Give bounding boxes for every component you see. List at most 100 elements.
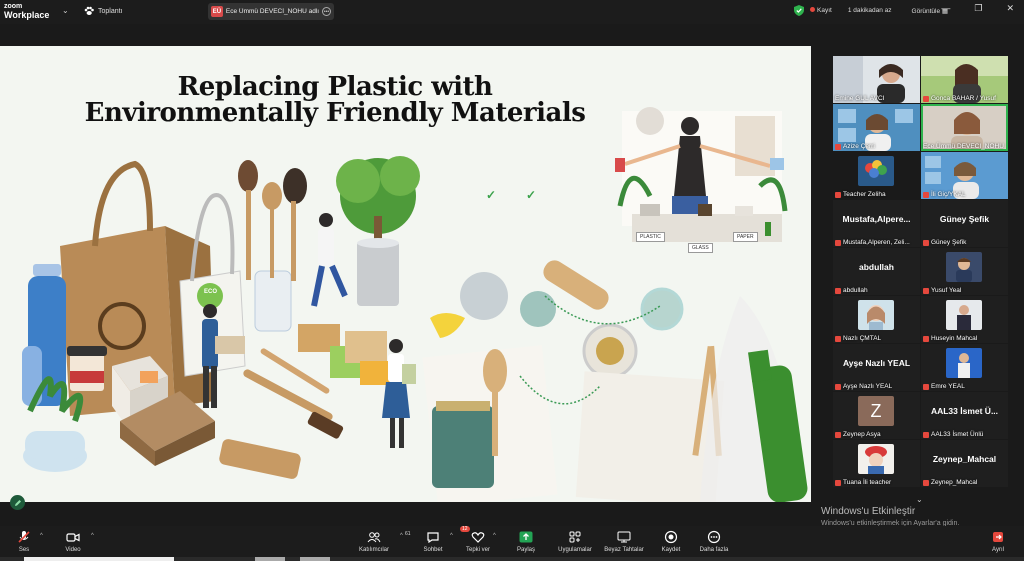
- flatlay-illustration: [422, 260, 808, 502]
- muted-mic-icon: [923, 287, 929, 294]
- recording-status[interactable]: Kayıt: [810, 7, 832, 14]
- chat-icon: [427, 531, 439, 543]
- muted-mic-icon: [835, 143, 841, 150]
- participant-tile[interactable]: Z Zeynep Asya: [833, 392, 920, 439]
- participant-tile[interactable]: Huseyin Mahcal: [921, 296, 1008, 343]
- screen-share-indicator[interactable]: EÜ Ece Ümmü DEVECİ_NOHU adlı ki •••: [208, 3, 334, 20]
- check-icon: ✓: [486, 188, 497, 202]
- participant-tile[interactable]: Tuana İli teacher: [833, 440, 920, 487]
- shield-icon[interactable]: [794, 5, 804, 16]
- meeting-toolbar: Ses ^ Video ^ 61 Katılımcılar ^ 12 Sohbe…: [0, 526, 1024, 561]
- shared-screen: Replacing Plastic with Environmentally F…: [0, 46, 811, 502]
- titlebar-status: Kayıt 1 dakikadan az Görüntüle ▦: [794, 5, 948, 16]
- paw-icon: [84, 6, 94, 15]
- cotton-swab-box-illustration: [120, 391, 215, 466]
- participant-tile-active-speaker[interactable]: Ece Ümmü DEVECI_NOHU: [921, 104, 1008, 151]
- gallery-next-page-icon[interactable]: ⌄: [916, 495, 923, 504]
- participant-tile[interactable]: Ayşe Nazlı YEAL Ayşe Nazlı YEAL: [833, 344, 920, 391]
- muted-mic-icon: [835, 287, 841, 294]
- zoom-logo: zoom Workplace: [4, 3, 50, 20]
- video-button[interactable]: Video: [43, 529, 103, 553]
- tote-bag-illustration: [179, 193, 246, 377]
- share-text: Ece Ümmü DEVECİ_NOHU adlı ki: [225, 8, 320, 15]
- record-dot-icon: [810, 7, 815, 12]
- video-camera-icon: [66, 532, 80, 542]
- muted-mic-icon: [835, 431, 841, 438]
- mic-off-icon: [18, 530, 30, 543]
- eco-label: ECO: [204, 289, 218, 295]
- participant-tile[interactable]: AAL33 İsmet Ü... AAL33 İsmet Ünlü: [921, 392, 1008, 439]
- muted-mic-icon: [923, 95, 929, 102]
- participant-tile[interactable]: Emine GUL AVCI: [833, 56, 920, 103]
- cup-illustration: [67, 346, 107, 391]
- check-icon: ✓: [526, 188, 537, 202]
- muted-mic-icon: [835, 383, 841, 390]
- person-illustration: [202, 304, 245, 408]
- share-screen-icon: [519, 531, 533, 542]
- windows-taskbar: [0, 557, 1024, 561]
- more-icon: [707, 530, 721, 543]
- sharer-badge: EÜ: [211, 6, 223, 17]
- soap-illustration: [298, 324, 390, 385]
- water-bottle-illustration: [22, 264, 66, 406]
- close-button[interactable]: ✕: [1006, 3, 1014, 14]
- apps-icon: [569, 531, 581, 542]
- recycling-scene-illustration: [615, 107, 788, 242]
- slide-title: Replacing Plastic with Environmentally F…: [84, 72, 586, 128]
- comb-illustration: [219, 439, 301, 479]
- potted-plant-illustration: [23, 376, 87, 472]
- muted-mic-icon: [835, 239, 841, 246]
- muted-mic-icon: [923, 479, 929, 486]
- leave-icon: [993, 531, 1003, 542]
- participant-tile[interactable]: Teacher Zeliha: [833, 152, 920, 199]
- muted-mic-icon: [923, 239, 929, 246]
- participant-tile[interactable]: Gonca BAHAR / Yusuf: [921, 56, 1008, 103]
- muted-mic-icon: [835, 479, 841, 486]
- woman-illustration: [382, 339, 416, 448]
- restore-button[interactable]: ❐: [974, 3, 982, 14]
- pencil-icon: [14, 499, 21, 506]
- participant-tile[interactable]: İli Giç/YKAL: [921, 152, 1008, 199]
- title-bar: zoom Workplace ⌄ Toplantı EÜ Ece Ümmü DE…: [0, 0, 1024, 24]
- whiteboard-icon: [617, 531, 631, 542]
- glass-label: GLASS: [688, 243, 713, 253]
- video-options-caret[interactable]: ^: [91, 533, 94, 539]
- more-button[interactable]: Daha fazla: [684, 529, 744, 553]
- box-illustration: [112, 356, 168, 431]
- tree-can-illustration: [336, 156, 420, 306]
- utensil-jar-illustration: [238, 160, 307, 332]
- participant-tile[interactable]: Yusuf Yeal: [921, 248, 1008, 295]
- participant-tile[interactable]: abdullah abdullah: [833, 248, 920, 295]
- muted-mic-icon: [923, 335, 929, 342]
- avatar: [946, 300, 982, 330]
- minimize-button[interactable]: —: [941, 3, 950, 14]
- muted-mic-icon: [923, 383, 929, 390]
- brush-illustration: [243, 348, 344, 439]
- paper-bag-illustration: [60, 160, 215, 416]
- participant-tile[interactable]: Emre YEAL: [921, 344, 1008, 391]
- record-icon: [664, 530, 678, 543]
- avatar: [858, 156, 894, 186]
- avatar: [946, 252, 982, 282]
- participant-tile[interactable]: Azize Çerri: [833, 104, 920, 151]
- participant-tile[interactable]: Güney Şefik Güney Şefik: [921, 200, 1008, 247]
- participant-tile[interactable]: Nazlı ÇMTAL: [833, 296, 920, 343]
- annotate-button[interactable]: [10, 495, 25, 510]
- avatar: [858, 300, 894, 330]
- paper-label: PAPER: [733, 232, 758, 242]
- window-controls: — ❐ ✕: [941, 3, 1014, 14]
- muted-mic-icon: [835, 335, 841, 342]
- more-options-icon[interactable]: •••: [322, 7, 331, 16]
- meeting-duration: 1 dakikadan az: [847, 7, 892, 14]
- chevron-down-icon[interactable]: ⌄: [62, 6, 69, 15]
- avatar: [858, 444, 894, 474]
- zoom-window: zoom Workplace ⌄ Toplantı EÜ Ece Ümmü DE…: [0, 0, 1024, 561]
- meeting-label: Toplantı: [98, 7, 123, 15]
- meeting-menu[interactable]: Toplantı: [84, 6, 123, 16]
- muted-mic-icon: [923, 431, 929, 438]
- leave-button[interactable]: Ayrıl: [968, 529, 1024, 553]
- participant-tile[interactable]: Mustafa,Alpere... Mustafa,Alperen, Zeli.…: [833, 200, 920, 247]
- participant-tile[interactable]: Zeynep_Mahcal Zeynep_Mahcal: [921, 440, 1008, 487]
- muted-mic-icon: [835, 191, 841, 198]
- participants-button[interactable]: 61 Katılımcılar: [344, 529, 411, 553]
